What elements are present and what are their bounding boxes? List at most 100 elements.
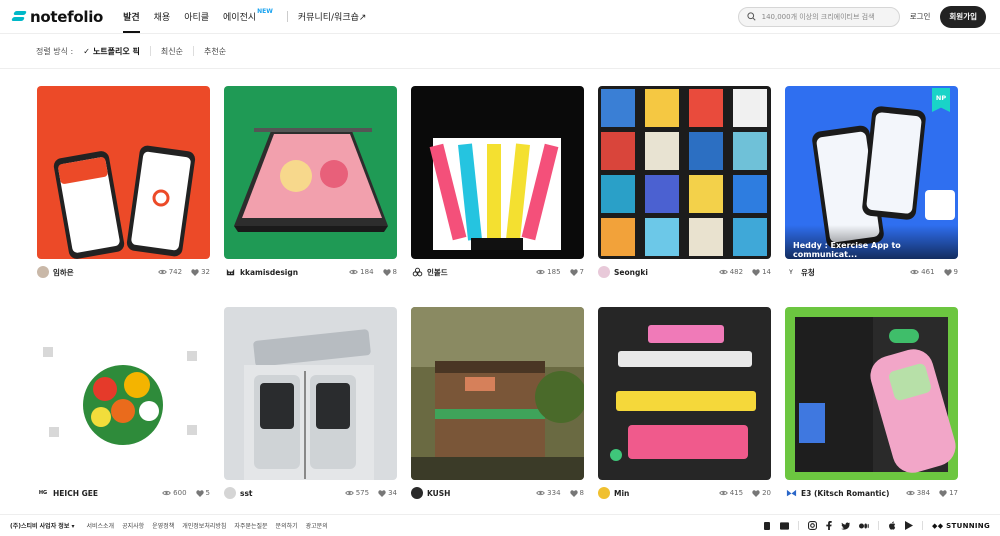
sort-recommended[interactable]: 추천순 bbox=[204, 46, 226, 57]
author-name[interactable]: 임하은 bbox=[53, 267, 158, 278]
project-thumbnail[interactable] bbox=[785, 307, 958, 480]
author-name[interactable]: HEICH GEE bbox=[53, 489, 162, 498]
footer-link[interactable]: 운영정책 bbox=[152, 521, 174, 530]
footer-link[interactable]: 개인정보처리방침 bbox=[182, 521, 226, 530]
stunning-brand[interactable]: ◆◆ STUNNING bbox=[932, 522, 990, 530]
facebook-icon[interactable] bbox=[826, 521, 832, 530]
nav-article[interactable]: 아티클 bbox=[184, 0, 209, 33]
google-play-icon[interactable] bbox=[905, 521, 914, 530]
avatar[interactable] bbox=[37, 266, 49, 278]
project-thumbnail[interactable]: NP Heddy : Exercise App to communicat... bbox=[785, 86, 958, 259]
notefolio-logo[interactable]: notefolio bbox=[11, 8, 103, 26]
thumbnail-art bbox=[224, 86, 397, 259]
eye-icon bbox=[718, 269, 728, 275]
project-thumbnail[interactable] bbox=[411, 307, 584, 480]
project-card[interactable]: sst 575 34 bbox=[224, 307, 397, 505]
search-input[interactable] bbox=[761, 12, 891, 21]
clipboard-icon[interactable] bbox=[763, 521, 771, 530]
project-thumbnail[interactable] bbox=[37, 86, 210, 259]
project-card[interactable]: Min 415 20 bbox=[598, 307, 771, 505]
login-link[interactable]: 로그인 bbox=[910, 11, 931, 22]
check-icon: ✓ bbox=[83, 46, 90, 56]
heart-icon bbox=[569, 489, 578, 497]
avatar[interactable] bbox=[785, 487, 797, 499]
project-thumbnail[interactable] bbox=[37, 307, 210, 480]
thumbnail-art bbox=[598, 86, 771, 259]
signup-button[interactable]: 회원가입 bbox=[940, 5, 986, 28]
avatar[interactable] bbox=[224, 487, 236, 499]
project-thumbnail[interactable] bbox=[224, 86, 397, 259]
heart-icon bbox=[752, 489, 760, 497]
project-thumbnail[interactable] bbox=[411, 86, 584, 259]
nav-community[interactable]: 커뮤니티/워크숍↗ bbox=[298, 0, 367, 33]
nav-agency[interactable]: 에이전시 NEW bbox=[223, 0, 273, 33]
author-name[interactable]: 인볼드 bbox=[427, 267, 536, 278]
project-stats: 334 8 bbox=[536, 489, 584, 497]
avatar[interactable] bbox=[224, 266, 236, 278]
nav-jobs[interactable]: 채용 bbox=[154, 0, 171, 33]
avatar[interactable]: Y bbox=[785, 266, 797, 278]
twitter-icon[interactable] bbox=[841, 521, 851, 530]
view-count: 415 bbox=[729, 489, 744, 497]
project-thumbnail[interactable] bbox=[598, 307, 771, 480]
project-card[interactable]: kkamisdesign 184 8 bbox=[224, 86, 397, 284]
thumbnail-art bbox=[37, 86, 210, 259]
sort-divider bbox=[192, 46, 194, 56]
like-count: 7 bbox=[579, 268, 584, 276]
instagram-icon[interactable] bbox=[808, 521, 818, 530]
author-name[interactable]: kkamisdesign bbox=[240, 268, 349, 277]
project-thumbnail[interactable] bbox=[224, 307, 397, 480]
author-name[interactable]: 유청 bbox=[801, 267, 910, 278]
project-meta: 임하은 742 32 bbox=[37, 260, 210, 284]
apple-icon[interactable] bbox=[888, 521, 896, 530]
author-name[interactable]: KUSH bbox=[427, 489, 536, 498]
footer-link[interactable]: 광고문의 bbox=[306, 521, 328, 530]
view-count: 461 bbox=[921, 268, 935, 276]
avatar[interactable]: HG bbox=[37, 487, 49, 499]
sort-option-label: 노트폴리오 픽 bbox=[92, 46, 140, 56]
like-count: 34 bbox=[388, 489, 397, 497]
sort-latest[interactable]: 최신순 bbox=[161, 46, 183, 57]
sort-divider bbox=[149, 46, 151, 56]
thumbnail-art bbox=[224, 307, 397, 480]
search-box[interactable] bbox=[737, 6, 900, 27]
company-info-toggle[interactable]: (주)스티비 사업자 정보 ▾ bbox=[10, 521, 74, 530]
project-card[interactable]: Seongki 482 14 bbox=[598, 86, 771, 284]
mail-icon[interactable] bbox=[780, 521, 790, 530]
author-name[interactable]: Min bbox=[614, 489, 719, 498]
sort-notefolio-pick[interactable]: ✓ 노트폴리오 픽 bbox=[83, 46, 140, 57]
medium-icon[interactable] bbox=[859, 523, 869, 529]
project-card[interactable]: 인볼드 185 7 bbox=[411, 86, 584, 284]
avatar[interactable] bbox=[598, 266, 610, 278]
heart-icon bbox=[195, 489, 204, 497]
project-thumbnail[interactable] bbox=[598, 86, 771, 259]
eye-icon bbox=[905, 490, 915, 496]
author-name[interactable]: E3 (Kitsch Romantic) bbox=[801, 489, 906, 498]
project-stats: 185 7 bbox=[536, 268, 584, 276]
footer-link[interactable]: 공지사항 bbox=[122, 521, 144, 530]
project-meta: Min 415 20 bbox=[598, 481, 771, 505]
avatar[interactable] bbox=[598, 487, 610, 499]
footer-link[interactable]: 서비스소개 bbox=[86, 521, 114, 530]
like-count: 20 bbox=[762, 489, 771, 497]
heart-icon bbox=[382, 268, 391, 276]
footer-link[interactable]: 자주묻는질문 bbox=[234, 521, 267, 530]
view-count: 742 bbox=[168, 268, 183, 276]
author-name[interactable]: sst bbox=[240, 489, 345, 498]
project-card[interactable]: HG HEICH GEE 600 5 bbox=[37, 307, 210, 505]
eye-icon bbox=[910, 269, 919, 275]
nav-discover[interactable]: 발견 bbox=[123, 0, 140, 33]
heart-icon bbox=[569, 268, 578, 276]
project-card[interactable]: NP Heddy : Exercise App to communicat...… bbox=[785, 86, 958, 284]
like-count: 14 bbox=[762, 268, 771, 276]
thumbnail-art bbox=[411, 307, 584, 480]
project-card[interactable]: KUSH 334 8 bbox=[411, 307, 584, 505]
project-card[interactable]: 임하은 742 32 bbox=[37, 86, 210, 284]
avatar[interactable] bbox=[411, 487, 423, 499]
project-card[interactable]: E3 (Kitsch Romantic) 384 17 bbox=[785, 307, 958, 505]
sort-label: 정렬 방식 : bbox=[36, 46, 74, 56]
avatar[interactable] bbox=[411, 266, 423, 278]
like-count: 9 bbox=[953, 268, 958, 276]
author-name[interactable]: Seongki bbox=[614, 268, 719, 277]
footer-link[interactable]: 문의하기 bbox=[276, 521, 298, 530]
